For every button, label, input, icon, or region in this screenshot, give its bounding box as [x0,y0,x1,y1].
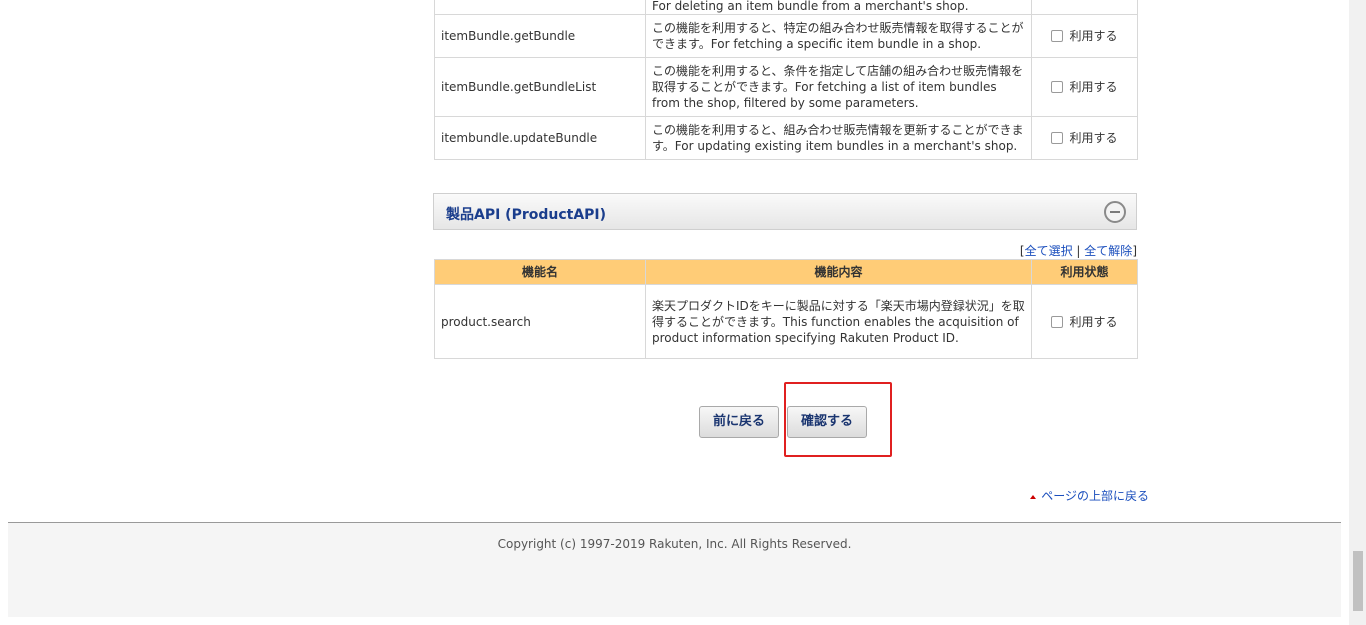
use-checkbox[interactable] [1051,315,1064,328]
use-checkbox[interactable] [1051,132,1064,144]
table-row: itembundle.updateBundle この機能を利用すると、組み合わせ… [434,116,1138,160]
function-name: itemBundle.getBundle [434,14,646,58]
function-name: itembundle.updateBundle [434,116,646,160]
page: For deleting an item bundle from a merch… [0,0,1366,625]
table-header-row: 機能名 機能内容 利用状態 [434,259,1138,285]
function-description: この機能を利用すると、組み合わせ販売情報を更新することができます。For upd… [645,116,1032,160]
use-cell: 利用する [1031,116,1138,160]
function-description: For deleting an item bundle from a merch… [645,0,1032,15]
header-function-name: 機能名 [434,259,646,285]
scrollbar[interactable] [1349,0,1366,625]
table-row: itemBundle.getBundle この機能を利用すると、特定の組み合わせ… [434,14,1138,58]
use-cell: 利用する [1031,284,1138,359]
api-function-table: For deleting an item bundle from a merch… [434,0,1138,160]
product-api-table: 機能名 機能内容 利用状態 product.search 楽天プロダクトIDをキ… [434,259,1138,359]
scroll-thumb[interactable] [1353,551,1363,611]
deselect-all-link[interactable]: 全て解除 [1084,244,1132,258]
use-cell [1031,0,1138,15]
use-checkbox[interactable] [1051,81,1064,93]
arrow-up-icon [1030,495,1037,499]
function-name: itemBundle.getBundleList [434,57,646,117]
copyright: Copyright (c) 1997-2019 Rakuten, Inc. Al… [497,537,852,551]
link-separator: | [1076,244,1081,258]
back-button[interactable]: 前に戻る [699,406,779,438]
table-row: For deleting an item bundle from a merch… [434,0,1138,15]
use-label[interactable]: 利用する [1069,315,1117,329]
select-all-link[interactable]: 全て選択 [1025,244,1073,258]
function-name [434,0,646,15]
use-label[interactable]: 利用する [1069,29,1117,43]
table-row: itemBundle.getBundleList この機能を利用すると、条件を指… [434,57,1138,117]
function-description: この機能を利用すると、条件を指定して店舗の組み合わせ販売情報を取得することができ… [645,57,1032,117]
table-row: product.search 楽天プロダクトIDをキーに製品に対する「楽天市場内… [434,284,1138,359]
section-title: 製品API (ProductAPI) [446,207,607,223]
back-to-top: ページの上部に戻る [1030,487,1149,504]
select-links: [全て選択 | 全て解除] [1019,244,1137,258]
use-cell: 利用する [1031,57,1138,117]
use-label[interactable]: 利用する [1069,131,1117,145]
footer: Copyright (c) 1997-2019 Rakuten, Inc. Al… [8,522,1341,617]
header-use-status: 利用状態 [1031,259,1138,285]
back-to-top-link[interactable]: ページの上部に戻る [1041,489,1149,503]
section-header-productapi[interactable]: 製品API (ProductAPI) [433,193,1137,230]
highlight-box [784,382,892,457]
use-checkbox[interactable] [1051,30,1064,42]
collapse-icon[interactable] [1104,201,1126,223]
use-label[interactable]: 利用する [1069,80,1117,94]
header-function-description: 機能内容 [645,259,1032,285]
function-description: 楽天プロダクトIDをキーに製品に対する「楽天市場内登録状況」を取得することができ… [645,284,1032,359]
use-cell: 利用する [1031,14,1138,58]
function-name: product.search [434,284,646,359]
function-description: この機能を利用すると、特定の組み合わせ販売情報を取得することができます。For … [645,14,1032,58]
